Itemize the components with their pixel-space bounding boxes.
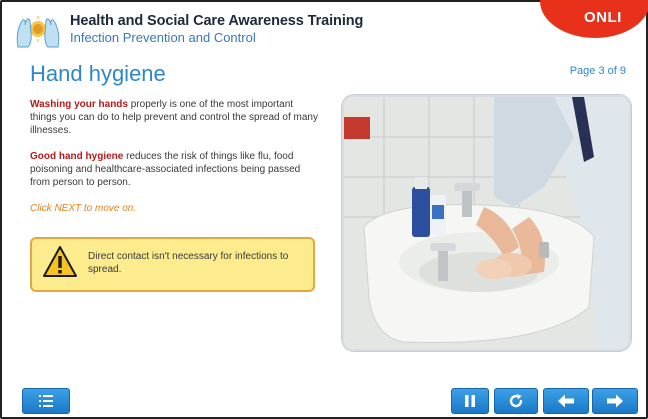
online-badge-label: ONLI — [584, 9, 622, 26]
paragraph-1: Washing your hands properly is one of th… — [30, 98, 320, 137]
back-button[interactable] — [543, 388, 589, 414]
warning-text: Direct contact isn't necessary for infec… — [88, 251, 289, 275]
lesson-text: Washing your hands properly is one of th… — [30, 98, 320, 228]
pause-button[interactable] — [451, 388, 489, 414]
gloved-hands-logo-icon — [16, 16, 60, 48]
pause-icon — [465, 395, 475, 407]
replay-icon — [509, 394, 523, 408]
paragraph-1-emphasis: Washing your hands — [30, 99, 128, 110]
warning-triangle-icon — [43, 246, 77, 277]
next-button[interactable] — [592, 388, 638, 414]
page-title: Hand hygiene — [30, 61, 166, 86]
menu-list-icon — [39, 395, 53, 407]
paragraph-2: Good hand hygiene reduces the risk of th… — [30, 150, 320, 189]
page-number: Page 3 of 9 — [569, 65, 626, 77]
paragraph-2-emphasis: Good hand hygiene — [30, 151, 124, 162]
course-title: Health and Social Care Awareness Trainin… — [70, 12, 364, 29]
next-hint: Click NEXT to move on. — [30, 203, 137, 214]
hand-washing-illustration — [344, 97, 629, 349]
arrow-left-icon — [558, 394, 574, 408]
hand-washing-photo — [342, 95, 631, 351]
menu-button[interactable] — [22, 388, 70, 414]
course-subtitle: Infection Prevention and Control — [70, 29, 256, 45]
warning-callout: Direct contact isn't necessary for infec… — [30, 237, 315, 292]
replay-button[interactable] — [494, 388, 538, 414]
course-header: Health and Social Care Awareness Trainin… — [14, 4, 363, 54]
arrow-right-icon — [607, 394, 623, 408]
